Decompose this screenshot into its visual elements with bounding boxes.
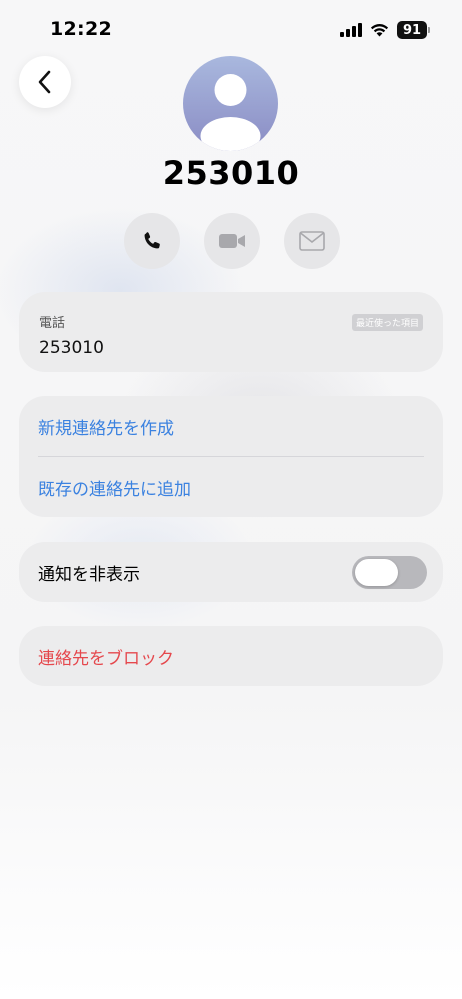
create-new-contact-button[interactable]: 新規連絡先を作成	[19, 396, 443, 456]
quick-actions	[124, 213, 340, 269]
back-button[interactable]	[19, 56, 71, 108]
add-contact-card: 新規連絡先を作成 既存の連絡先に追加	[19, 396, 443, 517]
phone-number[interactable]: 253010	[39, 338, 423, 358]
add-to-existing-contact-button[interactable]: 既存の連絡先に追加	[19, 457, 443, 517]
phone-card[interactable]: 電話 253010 最近使った項目	[19, 292, 443, 372]
hide-alerts-toggle[interactable]	[352, 555, 427, 589]
call-button[interactable]	[124, 213, 180, 269]
status-bar: 12:22 91	[0, 0, 462, 60]
battery-icon: 91	[397, 21, 430, 39]
contact-name: 253010	[162, 154, 300, 192]
phone-icon	[144, 232, 160, 249]
battery-level: 91	[397, 21, 427, 39]
chevron-left-icon	[38, 70, 51, 94]
avatar	[183, 56, 278, 151]
wifi-icon	[370, 24, 389, 37]
block-contact-button[interactable]: 連絡先をブロック	[19, 626, 443, 686]
signal-icon	[340, 23, 362, 37]
hide-alerts-label: 通知を非表示	[38, 564, 140, 585]
video-call-button[interactable]	[204, 213, 260, 269]
status-icons: 91	[340, 21, 430, 39]
envelope-icon	[299, 231, 325, 251]
video-camera-icon	[219, 234, 245, 248]
hide-alerts-card: 通知を非表示	[19, 542, 443, 602]
status-time: 12:22	[50, 18, 112, 40]
mail-button[interactable]	[284, 213, 340, 269]
recent-badge: 最近使った項目	[351, 314, 423, 331]
toggle-knob	[355, 558, 398, 586]
person-silhouette-icon	[200, 74, 261, 151]
